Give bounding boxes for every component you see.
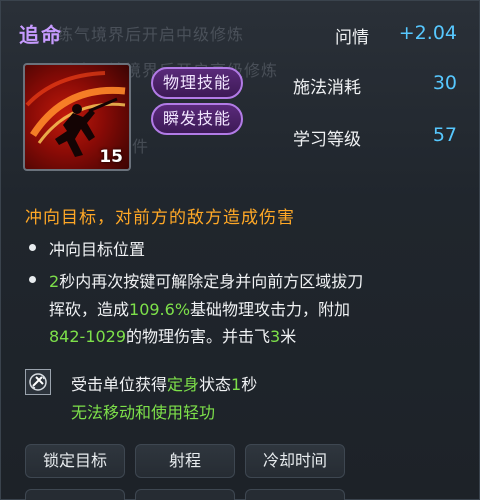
description-bullet-1: 冲向目标位置 bbox=[49, 240, 146, 259]
bullet-2-text-e: 米 bbox=[280, 327, 297, 346]
bottom-slot bbox=[245, 489, 345, 500]
bullet-dot bbox=[29, 276, 36, 283]
buff-duration: 1 bbox=[231, 375, 242, 394]
bullet-dot bbox=[29, 244, 36, 251]
range-button[interactable]: 射程 bbox=[135, 444, 235, 478]
skill-tooltip: 练气境界后开启中级修炼 到达聚神境界后开启高级修炼 开启条件 追命 15 物理技… bbox=[0, 0, 480, 500]
stat-label-learn-level: 学习等级 bbox=[293, 130, 361, 150]
bullet-2-text-d: 的物理伤害。并击飞 bbox=[126, 327, 271, 346]
stat-label-cast-cost: 施法消耗 bbox=[293, 78, 361, 98]
seconds-value: 2 bbox=[49, 272, 60, 291]
skill-name: 追命 bbox=[19, 23, 63, 47]
percent-value: 109.6% bbox=[129, 300, 191, 319]
skill-icon[interactable]: 15 bbox=[23, 63, 131, 171]
lock-target-button[interactable]: 锁定目标 bbox=[25, 444, 125, 478]
description-bullet-2-line-1: 2秒内再次按键可解除定身并向前方区域拔刀 bbox=[49, 268, 363, 292]
buff-text-a: 受击单位获得 bbox=[71, 375, 168, 394]
bullet-2-text-a: 秒内再次按键可解除定身并向前方区域拔刀 bbox=[59, 272, 364, 291]
description-bullet-2-line-3: 842-1029的物理伤害。并击飞3米 bbox=[49, 323, 296, 347]
buff-sub-text: 无法移动和使用轻功 bbox=[71, 403, 216, 422]
ghost-text-1: 练气境界后开启中级修炼 bbox=[57, 25, 245, 44]
buff-state: 定身 bbox=[167, 375, 200, 394]
tag-physical-skill: 物理技能 bbox=[151, 67, 244, 99]
bullet-2-text-c: 基础物理攻击力，附加 bbox=[190, 300, 351, 319]
bottom-slot bbox=[135, 489, 235, 500]
stat-value-wenqing: +2.04 bbox=[398, 22, 457, 44]
meters-value: 3 bbox=[270, 327, 281, 346]
damage-value: 842-1029 bbox=[49, 327, 127, 346]
bottom-slot bbox=[25, 489, 125, 500]
bullet-2-text-b: 挥砍，造成 bbox=[49, 300, 130, 319]
description-headline: 冲向目标，对前方的敌方造成伤害 bbox=[25, 208, 295, 228]
skill-level: 15 bbox=[99, 147, 123, 167]
buff-effect-line: 受击单位获得定身状态1秒 bbox=[71, 371, 257, 395]
stat-value-cast-cost: 30 bbox=[432, 72, 457, 94]
stat-label-wenqing: 问情 bbox=[335, 28, 369, 48]
cooldown-button[interactable]: 冷却时间 bbox=[245, 444, 345, 478]
buff-text-c: 秒 bbox=[241, 375, 258, 394]
stat-value-learn-level: 57 bbox=[432, 124, 457, 146]
buff-text-b: 状态 bbox=[199, 375, 232, 394]
crossed-swords-icon bbox=[25, 369, 51, 395]
tag-instant-skill: 瞬发技能 bbox=[151, 103, 244, 135]
description-bullet-2-line-2: 挥砍，造成109.6%基础物理攻击力，附加 bbox=[49, 296, 350, 320]
